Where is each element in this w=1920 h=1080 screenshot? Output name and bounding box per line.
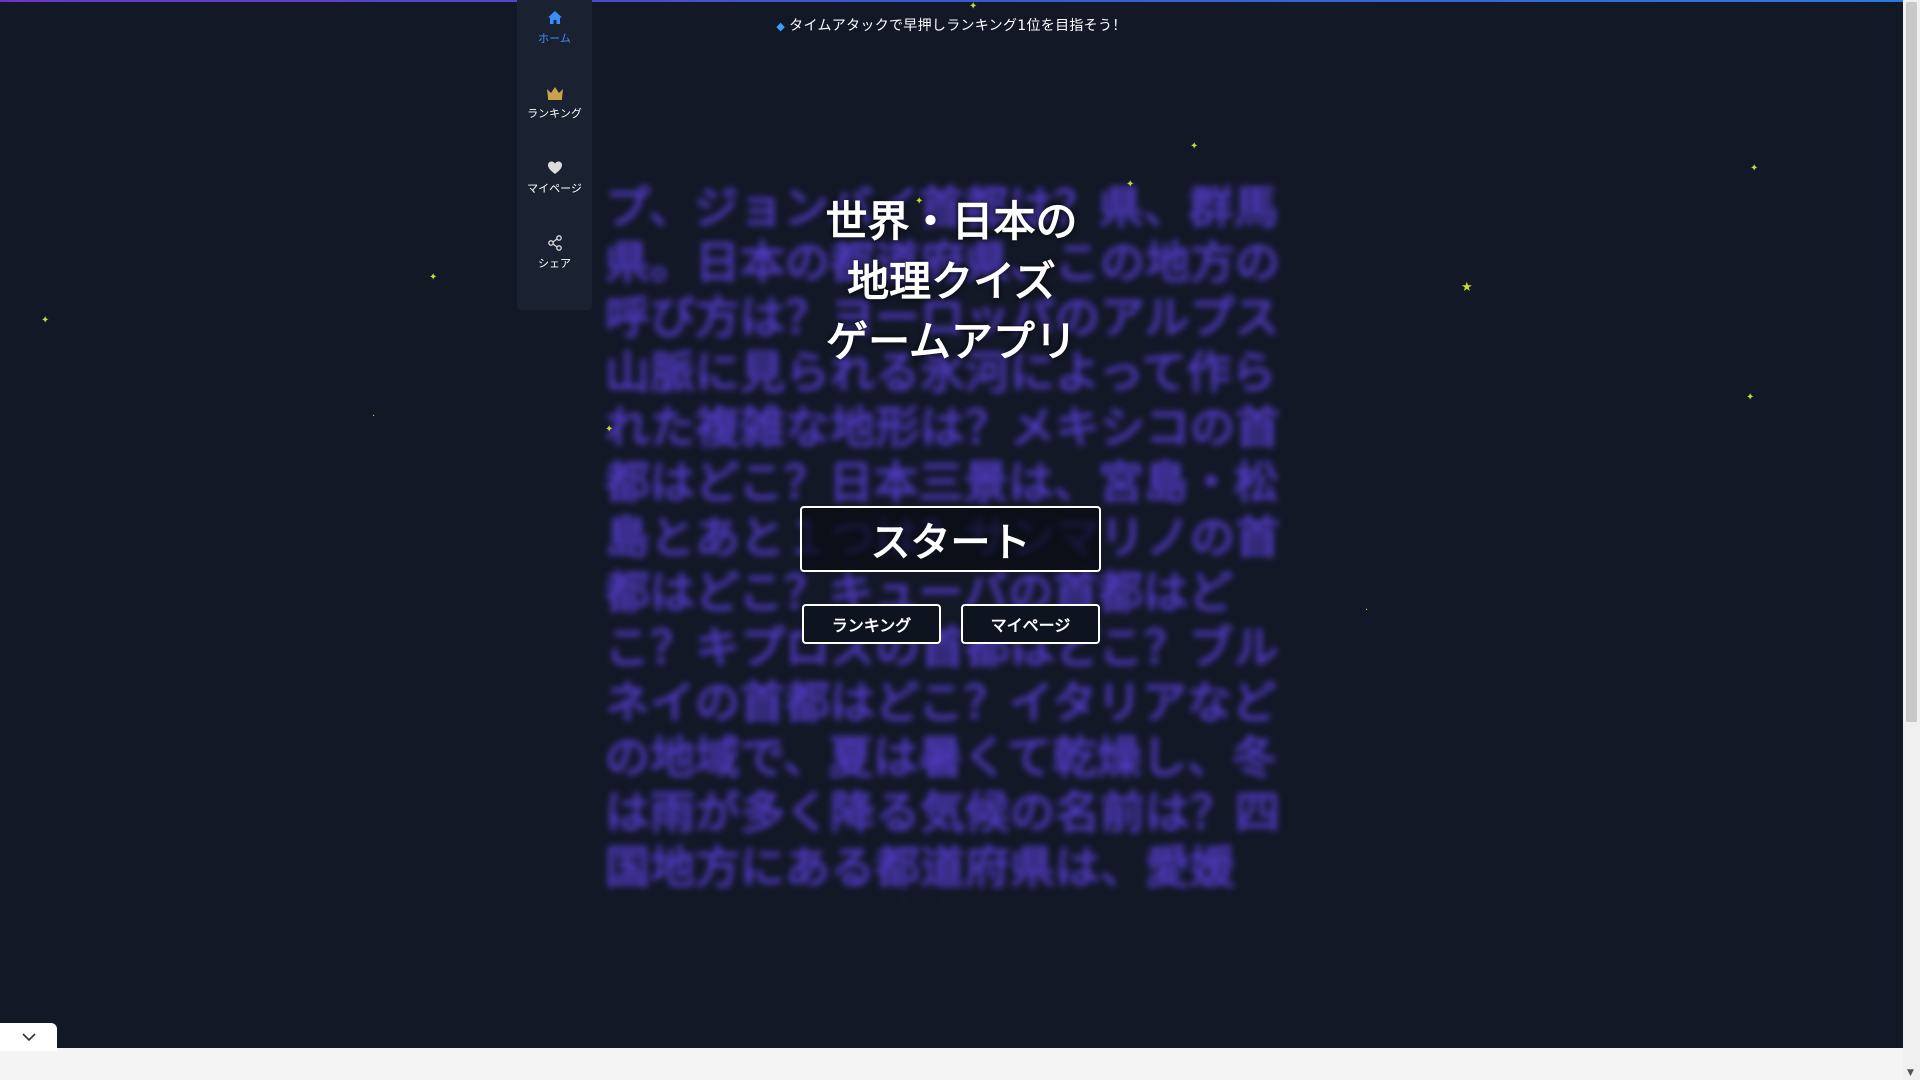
nav-item-ranking[interactable]: ランキング [517,75,592,135]
title-line-2: 地理クイズ [847,257,1056,306]
start-button[interactable]: スタート [800,506,1101,572]
star-icon: · [372,411,376,422]
star-icon: ✦ [1750,163,1759,174]
star-icon: · [1365,605,1369,616]
bottom-bar [0,1048,1903,1080]
star-icon: ✦ [1190,141,1199,152]
page-title: 世界・日本の 地理クイズ ゲームアプリ [0,192,1903,372]
star-icon: ✦ [969,1,978,12]
chevron-down-icon [21,1033,36,1042]
mypage-button[interactable]: マイページ [961,604,1100,644]
announcement-banner: ◆ タイムアタックで早押しランキング1位を目指そう！ [0,15,1903,35]
top-accent-line [0,0,1903,2]
star-icon: ✦ [1746,392,1755,403]
nav-label-ranking: ランキング [527,107,582,120]
ranking-button[interactable]: ランキング [802,604,941,644]
scrollbar-thumb[interactable] [1906,2,1917,722]
nav-item-home[interactable]: ホーム [517,0,592,60]
star-icon: ✦ [1126,179,1135,190]
announcement-text: タイムアタックで早押しランキング1位を目指そう！ [789,18,1127,34]
crown-icon [546,87,563,100]
heart-icon [547,161,562,174]
vertical-scrollbar[interactable]: ▼ [1903,0,1920,1080]
star-icon: ✦ [605,424,614,435]
home-icon [547,11,562,24]
collapse-toggle[interactable] [0,1023,57,1051]
title-line-3: ゲームアプリ [826,317,1077,366]
diamond-icon: ◆ [776,20,786,33]
nav-label-home: ホーム [538,32,571,45]
title-line-1: 世界・日本の [825,197,1078,246]
scroll-down-arrow-icon[interactable]: ▼ [1907,1068,1914,1078]
